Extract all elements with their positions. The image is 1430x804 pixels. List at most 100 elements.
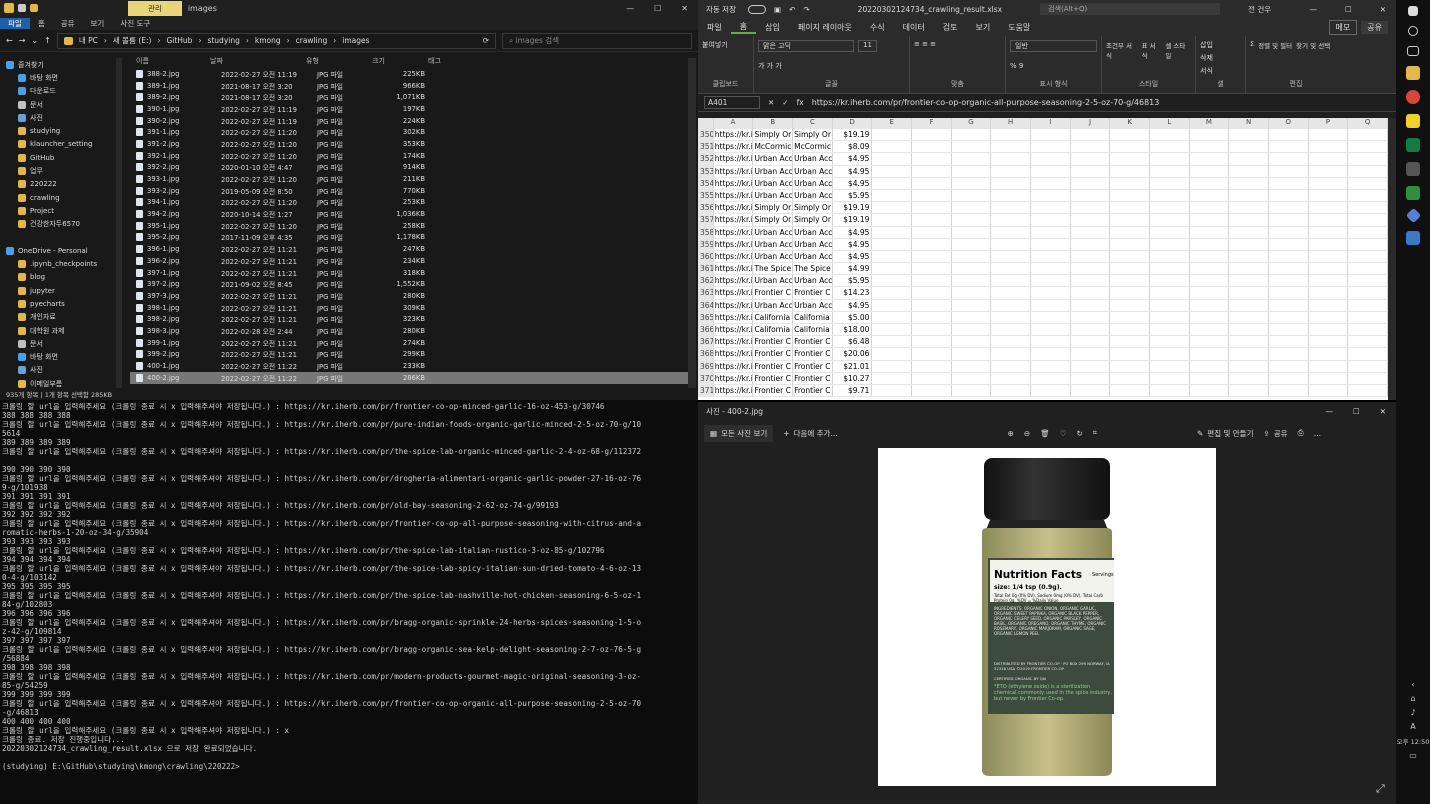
sheet-cell[interactable] [912,372,952,384]
sheet-cell[interactable] [1031,384,1071,397]
sheet-cell[interactable] [1348,165,1388,177]
column-header[interactable]: G [952,118,992,129]
sheet-cell[interactable] [1348,129,1388,141]
rotate-icon[interactable]: ↻ [1076,429,1082,438]
sheet-cell[interactable]: $19.19 [833,129,873,141]
file-row[interactable]: 400-1.jpg 2022-02-27 오전 11:22 JPG 파일 233KB [130,360,690,372]
tab-view[interactable]: 보기 [966,22,999,33]
delete-icon[interactable]: 🗑 [1040,429,1050,438]
sheet-cell[interactable] [991,263,1032,275]
row-number[interactable]: 371 [698,384,714,397]
terminal-window[interactable]: 크롤링 할 url을 입력해주세요 (크롤링 종료 시 x 입력해주셔야 저장됩… [0,400,698,804]
sheet-cell[interactable] [1229,348,1269,360]
chrome-icon[interactable] [1406,90,1420,104]
column-header[interactable]: N [1229,118,1269,129]
sheet-cell[interactable]: Simply Or [793,202,833,214]
back-icon[interactable]: ← [6,36,13,45]
sheet-cell[interactable]: https://kr.i [714,226,754,238]
sheet-cell[interactable] [1031,324,1071,336]
sheet-cell[interactable] [991,336,1032,348]
sheet-cell[interactable] [872,287,913,299]
sheet-cell[interactable] [872,226,913,238]
column-header[interactable]: K [1110,118,1150,129]
sheet-cell[interactable] [1110,250,1151,263]
tab-view[interactable]: 보기 [83,18,113,29]
sheet-cell[interactable] [952,384,992,397]
sheet-cell[interactable] [1071,372,1111,384]
chevron-down-icon[interactable]: ⌄ [31,36,38,45]
sheet-cell[interactable]: Urban Acc [793,238,833,250]
sheet-cell[interactable] [912,360,952,372]
sheet-cell[interactable] [1348,384,1388,397]
sheet-cell[interactable]: The Spice [793,263,833,275]
sheet-cell[interactable] [912,250,952,263]
task-view-icon[interactable] [1407,46,1419,56]
file-title[interactable]: 20220302124734_crawling_result.xlsx [858,5,1002,14]
sheet-cell[interactable]: Urban Acc [753,165,794,177]
row-number[interactable]: 359 [698,238,714,250]
sheet-cell[interactable] [1309,299,1349,311]
nav-item[interactable]: crawling [0,191,124,204]
sheet-cell[interactable] [1269,263,1309,275]
sheet-cell[interactable] [952,263,992,275]
row-number[interactable]: 368 [698,348,714,360]
tab-data[interactable]: 데이터 [894,22,934,33]
sheet-cell[interactable] [1269,214,1309,226]
sheet-cell[interactable] [1190,250,1230,263]
sheet-cell[interactable]: Urban Acc [753,189,794,202]
sheet-cell[interactable] [952,299,992,311]
sheet-cell[interactable]: $5.95 [833,189,873,202]
sheet-cell[interactable] [1150,177,1190,189]
sheet-cell[interactable] [1031,141,1071,153]
sheet-cell[interactable] [1190,311,1230,323]
sheet-cell[interactable] [1348,141,1388,153]
sheet-cell[interactable] [1110,372,1151,384]
sheet-cell[interactable] [1348,214,1388,226]
sheet-cell[interactable] [1190,238,1230,250]
sheet-cell[interactable] [1229,250,1269,263]
sheet-cell[interactable] [1071,275,1111,287]
sheet-cell[interactable] [1150,214,1190,226]
sheet-cell[interactable]: https://kr.i [714,275,754,287]
excel-search-input[interactable]: 검색(Alt+Q) [1040,3,1221,15]
sheet-cell[interactable]: https://kr.i [714,360,754,372]
up-icon[interactable]: ↑ [44,36,51,45]
sheet-cell[interactable] [1190,348,1230,360]
sheet-cell[interactable] [991,214,1032,226]
sheet-cell[interactable]: https://kr.i [714,372,754,384]
more-icon[interactable]: … [1314,429,1322,438]
sheet-cell[interactable] [1190,275,1230,287]
format-cells-button[interactable]: 서식 [1200,66,1241,76]
sheet-cell[interactable] [1190,153,1230,165]
sheet-cell[interactable]: https://kr.i [714,238,754,250]
address-bar[interactable]: 내 PC › 새 볼륨 (E:) › GitHub › studying › kmong… [56,32,496,49]
sheet-cell[interactable] [1071,202,1111,214]
sheet-cell[interactable] [1309,238,1349,250]
sheet-cell[interactable] [1190,141,1230,153]
sheet-cell[interactable] [1031,275,1071,287]
sheet-cell[interactable]: Urban Acc [753,238,794,250]
notification-icon[interactable]: ▭ [1409,751,1417,760]
sheet-cell[interactable]: $20.06 [833,348,873,360]
row-number[interactable]: 367 [698,336,714,348]
nav-item[interactable]: 다운로드 [0,85,124,98]
sheet-cell[interactable] [912,324,952,336]
row-number[interactable]: 360 [698,250,714,263]
sheet-cell[interactable] [1071,348,1111,360]
file-row[interactable]: 397-3.jpg 2022-02-27 오전 11:21 JPG 파일 280KB [130,290,690,302]
maximize-icon[interactable]: ☐ [644,4,671,13]
sheet-cell[interactable] [1150,311,1190,323]
sheet-cell[interactable]: $19.19 [833,214,873,226]
sheet-cell[interactable] [1269,311,1309,323]
sheet-cell[interactable] [1110,275,1151,287]
font-style-buttons[interactable]: 가 가 가 [758,61,905,71]
close-icon[interactable]: ✕ [1370,5,1396,14]
add-to-button[interactable]: + 다음에 추가... [783,428,837,439]
minimize-icon[interactable]: — [1315,407,1343,416]
forward-icon[interactable]: → [19,36,26,45]
zoom-in-icon[interactable]: ⊕ [1008,429,1014,438]
sheet-cell[interactable] [1110,226,1151,238]
sheet-cell[interactable] [872,238,913,250]
sheet-cell[interactable] [1150,372,1190,384]
favorite-icon[interactable]: ♡ [1060,429,1067,438]
